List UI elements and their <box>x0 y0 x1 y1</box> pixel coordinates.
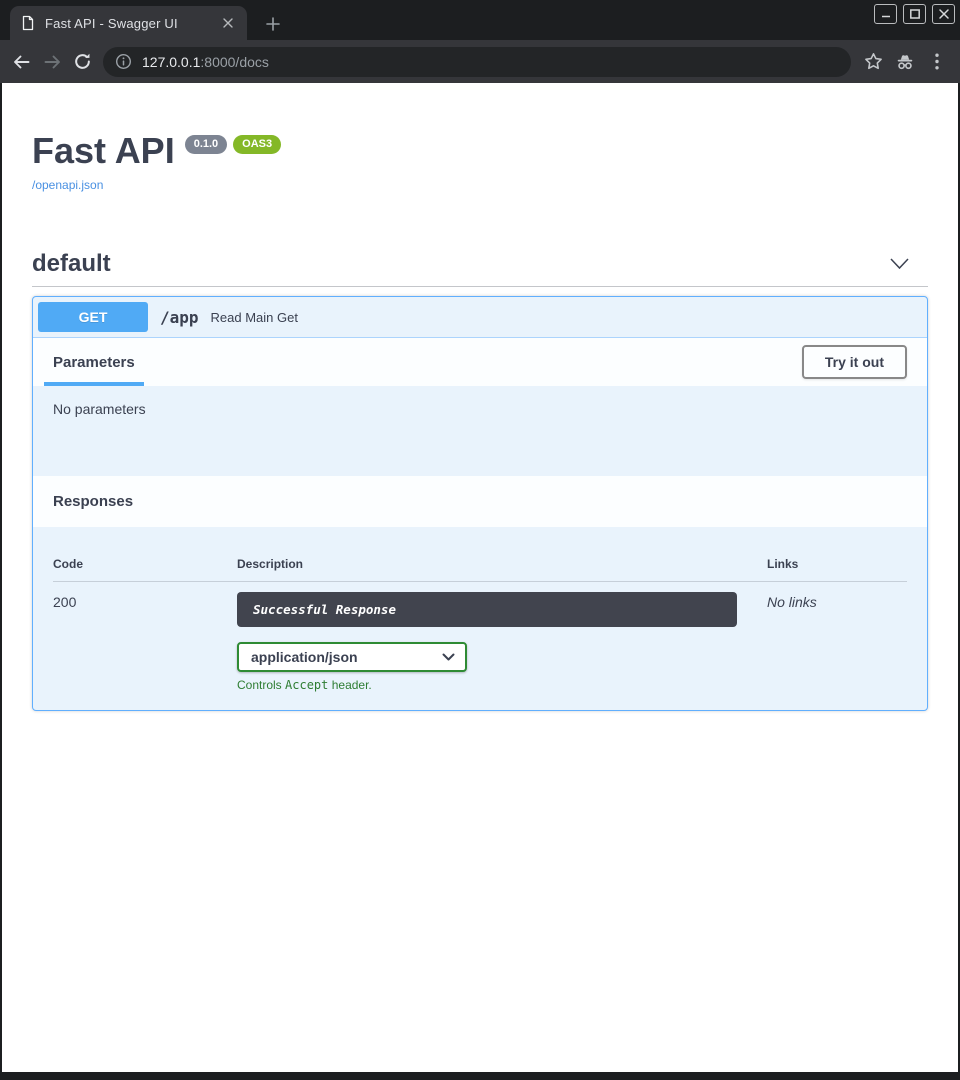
media-type-value: application/json <box>251 649 358 665</box>
incognito-icon <box>889 47 921 77</box>
accept-hint-prefix: Controls <box>237 678 285 692</box>
page-favicon-icon <box>20 15 36 31</box>
version-badge: 0.1.0 <box>185 135 227 154</box>
bookmark-star-icon[interactable] <box>857 47 889 77</box>
chevron-down-icon[interactable] <box>889 257 910 271</box>
method-badge: GET <box>38 302 148 332</box>
table-row: 200 Successful Response application/json… <box>53 592 907 692</box>
media-type-select[interactable]: application/json <box>237 642 467 672</box>
tab-parameters[interactable]: Parameters <box>44 338 144 386</box>
tag-name: default <box>32 250 111 278</box>
api-title-text: Fast API <box>32 130 175 171</box>
reload-button[interactable] <box>67 47 97 77</box>
response-code: 200 <box>53 592 237 692</box>
oas3-badge: OAS3 <box>233 135 281 154</box>
parameters-body: No parameters <box>33 386 927 476</box>
new-tab-button[interactable] <box>262 13 284 35</box>
tab-close-icon[interactable] <box>219 14 237 32</box>
forward-button[interactable] <box>37 47 67 77</box>
responses-heading: Responses <box>53 493 133 510</box>
browser-toolbar: 127.0.0.1:8000/docs <box>0 40 960 83</box>
api-info: Fast API 0.1.0 OAS3 /openapi.json <box>32 83 928 194</box>
column-header-links: Links <box>767 557 907 571</box>
try-it-out-button[interactable]: Try it out <box>802 345 907 379</box>
operation-path: /app <box>160 308 199 327</box>
parameters-header: Parameters Try it out <box>33 338 927 386</box>
url-path: :8000/docs <box>200 54 269 70</box>
close-button[interactable] <box>932 4 955 24</box>
operation-summary[interactable]: GET /app Read Main Get <box>33 297 927 338</box>
column-header-description: Description <box>237 557 767 571</box>
minimize-button[interactable] <box>874 4 897 24</box>
back-button[interactable] <box>7 47 37 77</box>
maximize-button[interactable] <box>903 4 926 24</box>
site-info-icon[interactable] <box>115 53 132 70</box>
url-host: 127.0.0.1 <box>142 54 200 70</box>
accept-hint-suffix: header. <box>328 678 371 692</box>
no-parameters-text: No parameters <box>53 401 146 417</box>
response-description-box: Successful Response <box>237 592 737 627</box>
responses-table: Code Description Links 200 Successful Re… <box>33 527 927 710</box>
select-chevron-down-icon <box>442 653 455 662</box>
response-description-cell: Successful Response application/json Con… <box>237 592 767 692</box>
url-bar[interactable]: 127.0.0.1:8000/docs <box>103 47 851 77</box>
openapi-spec-link[interactable]: /openapi.json <box>32 178 103 192</box>
swagger-page: Fast API0.1.0OAS3 /openapi.json default … <box>2 83 958 1072</box>
accept-header-hint: Controls Accept header. <box>237 678 767 692</box>
browser-tab[interactable]: Fast API - Swagger UI <box>10 6 247 40</box>
response-links: No links <box>767 592 907 692</box>
menu-dots-icon[interactable] <box>921 47 953 77</box>
operation-description: Read Main Get <box>211 310 298 325</box>
url-text: 127.0.0.1:8000/docs <box>142 54 269 70</box>
tag-section-header[interactable]: default <box>32 250 928 287</box>
titlebar: Fast API - Swagger UI <box>0 0 960 40</box>
tab-title: Fast API - Swagger UI <box>45 16 219 31</box>
column-header-code: Code <box>53 557 237 571</box>
responses-table-header: Code Description Links <box>53 557 907 582</box>
responses-header: Responses <box>33 476 927 527</box>
opblock-get-app: GET /app Read Main Get Parameters Try it… <box>32 296 928 711</box>
accept-hint-code: Accept <box>285 678 328 692</box>
window-controls <box>874 4 955 24</box>
page-title: Fast API 0.1.0 OAS3 <box>32 131 928 171</box>
